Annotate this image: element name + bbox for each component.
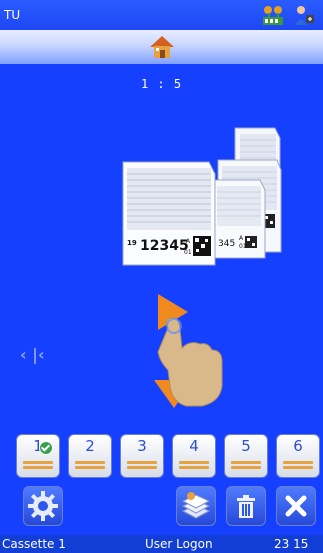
cassette-tabs: 1 2 3 4 5 6 <box>16 434 321 478</box>
scroll-control[interactable] <box>150 290 230 410</box>
cassette-front-number: 12345 <box>140 238 189 254</box>
close-button[interactable] <box>276 486 316 526</box>
tab-cassette-1[interactable]: 1 <box>16 434 60 478</box>
tab-cassette-2[interactable]: 2 <box>68 434 112 478</box>
trash-icon <box>237 495 255 518</box>
tab-cassette-6[interactable]: 6 <box>276 434 320 478</box>
cassette-prefix: 19 <box>127 239 137 247</box>
close-icon <box>285 495 307 517</box>
previous-navigation[interactable]: ‹ |‹ <box>20 345 45 364</box>
footer-user-logon[interactable]: User Logon <box>145 537 213 551</box>
tab-cassette-4[interactable]: 4 <box>172 434 216 478</box>
tab-cassette-3[interactable]: 3 <box>120 434 164 478</box>
layers-icon <box>181 492 211 519</box>
app-label: TU <box>4 8 21 22</box>
cassette-bars-icon <box>23 459 53 472</box>
settings-button[interactable] <box>23 486 63 526</box>
cassette-front: 19 12345 A 01 <box>122 161 216 266</box>
svg-text:01: 01 <box>184 249 192 256</box>
home-bar <box>0 30 323 64</box>
cassette-bars-icon <box>283 459 313 472</box>
layers-button[interactable] <box>176 486 216 526</box>
footer-cassette-label: Cassette 1 <box>2 537 66 551</box>
cassette-bars-icon <box>231 459 261 472</box>
tab-cassette-5[interactable]: 5 <box>224 434 268 478</box>
cassette-second: 345 A 01 <box>212 179 266 259</box>
cassette-stack-illustration: 345 A 01 19 12345 A 01 <box>122 127 282 266</box>
footer-time: 23 15 <box>274 537 309 551</box>
status-bar: TU <box>0 0 323 30</box>
delete-button[interactable] <box>226 486 266 526</box>
footer-status-bar: Cassette 1 User Logon 23 15 <box>0 535 323 553</box>
cassette-bars-icon <box>127 459 157 472</box>
gear-icon <box>28 491 58 521</box>
user-transfer-icon[interactable] <box>292 3 316 27</box>
home-icon[interactable] <box>148 34 176 60</box>
network-icon[interactable] <box>261 3 285 27</box>
checkmark-icon <box>39 441 53 455</box>
cassette-back-number: 345 <box>218 239 235 249</box>
ratio-display: 1 : 5 <box>140 77 183 91</box>
cassette-bars-icon <box>75 459 105 472</box>
cassette-bars-icon <box>179 459 209 472</box>
